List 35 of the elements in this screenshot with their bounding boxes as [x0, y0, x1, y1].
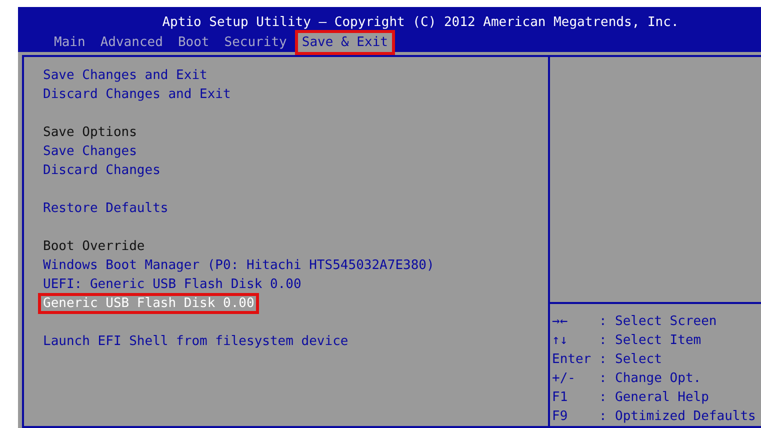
key-description: Select [615, 351, 662, 369]
key-label: →← [552, 313, 569, 331]
key-separator: : [599, 389, 608, 407]
window-title: Aptio Setup Utility – Copyright (C) 2012 American Megatrends, Inc. [161, 14, 680, 31]
menu-tab[interactable]: Main [50, 33, 90, 52]
key-separator: : [599, 370, 608, 388]
menu-tab[interactable]: Boot [174, 33, 214, 52]
menu-option[interactable]: Generic USB Flash Disk 0.00 [41, 296, 256, 311]
section-heading: Boot Override [42, 239, 146, 254]
key-label: +/- [552, 370, 576, 388]
menu-option[interactable]: Discard Changes [41, 163, 162, 178]
menu-option[interactable]: Windows Boot Manager (P0: Hitachi HTS545032A7E380) [41, 258, 436, 273]
key-description: Change Opt. [615, 370, 702, 388]
menu-tab[interactable]: Security [220, 33, 291, 52]
key-separator: : [599, 351, 608, 369]
key-separator: : [599, 408, 608, 426]
section-heading: Save Options [42, 125, 138, 140]
key-description: Select Item [615, 332, 702, 350]
key-label: Enter [552, 351, 592, 369]
key-separator: : [599, 332, 608, 350]
menu-option[interactable]: Discard Changes and Exit [41, 87, 233, 102]
menu-option[interactable]: Restore Defaults [41, 201, 170, 216]
key-label: ↑↓ [552, 332, 569, 350]
menu-option[interactable]: UEFI: Generic USB Flash Disk 0.00 [41, 277, 304, 292]
key-description: General Help [615, 389, 709, 407]
menu-option[interactable]: Save Changes [41, 144, 139, 159]
menu-option[interactable]: Launch EFI Shell from filesystem device [41, 334, 350, 349]
menu-tab[interactable]: Advanced [96, 33, 167, 52]
menu-tab[interactable]: Save & Exit [298, 33, 392, 52]
key-description: Select Screen [615, 313, 717, 331]
key-separator: : [599, 313, 608, 331]
key-label: F1 [552, 389, 569, 407]
menu-option[interactable]: Save Changes and Exit [41, 68, 210, 83]
key-description: Optimized Defaults [615, 408, 756, 426]
key-label: F9 [552, 408, 569, 426]
